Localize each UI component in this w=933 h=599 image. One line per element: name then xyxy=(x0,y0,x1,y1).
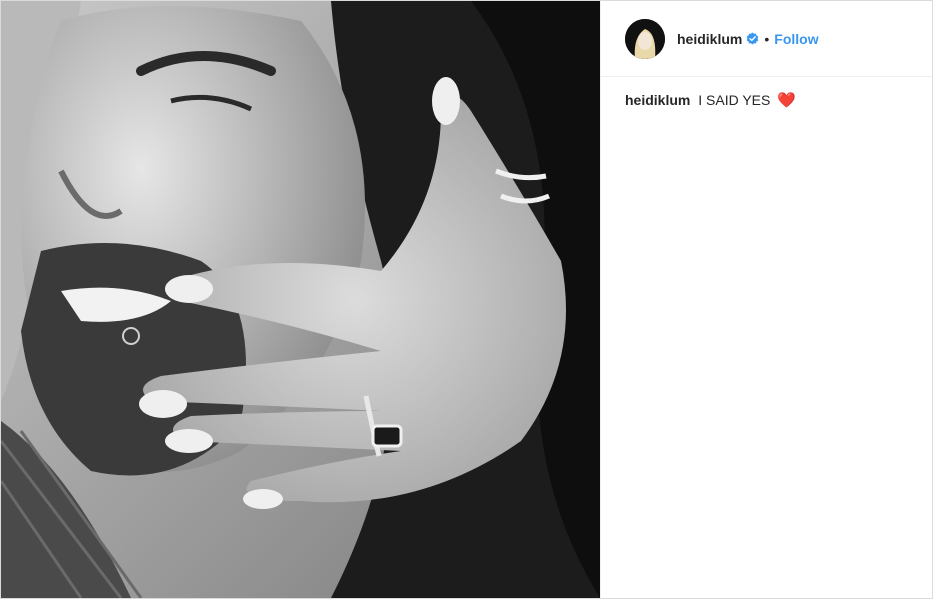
photo-engagement-couple xyxy=(1,1,600,598)
post-header: heidiklum • Follow xyxy=(601,1,932,77)
heart-emoji-icon: ❤️ xyxy=(777,92,796,109)
follow-button[interactable]: Follow xyxy=(774,31,818,47)
header-username[interactable]: heidiklum xyxy=(677,31,742,47)
caption-username[interactable]: heidiklum xyxy=(625,92,690,108)
post-sidebar: heidiklum • Follow heidiklum I SAID YES … xyxy=(600,1,932,598)
post-caption: heidiklum I SAID YES ❤️ xyxy=(601,77,932,123)
profile-avatar[interactable] xyxy=(625,18,665,59)
caption-text: I SAID YES xyxy=(698,92,771,108)
instagram-post: heidiklum • Follow heidiklum I SAID YES … xyxy=(0,0,933,599)
separator-dot: • xyxy=(764,30,770,47)
verified-badge-icon xyxy=(746,32,759,45)
post-photo[interactable] xyxy=(1,1,600,598)
avatar-image xyxy=(625,18,665,59)
